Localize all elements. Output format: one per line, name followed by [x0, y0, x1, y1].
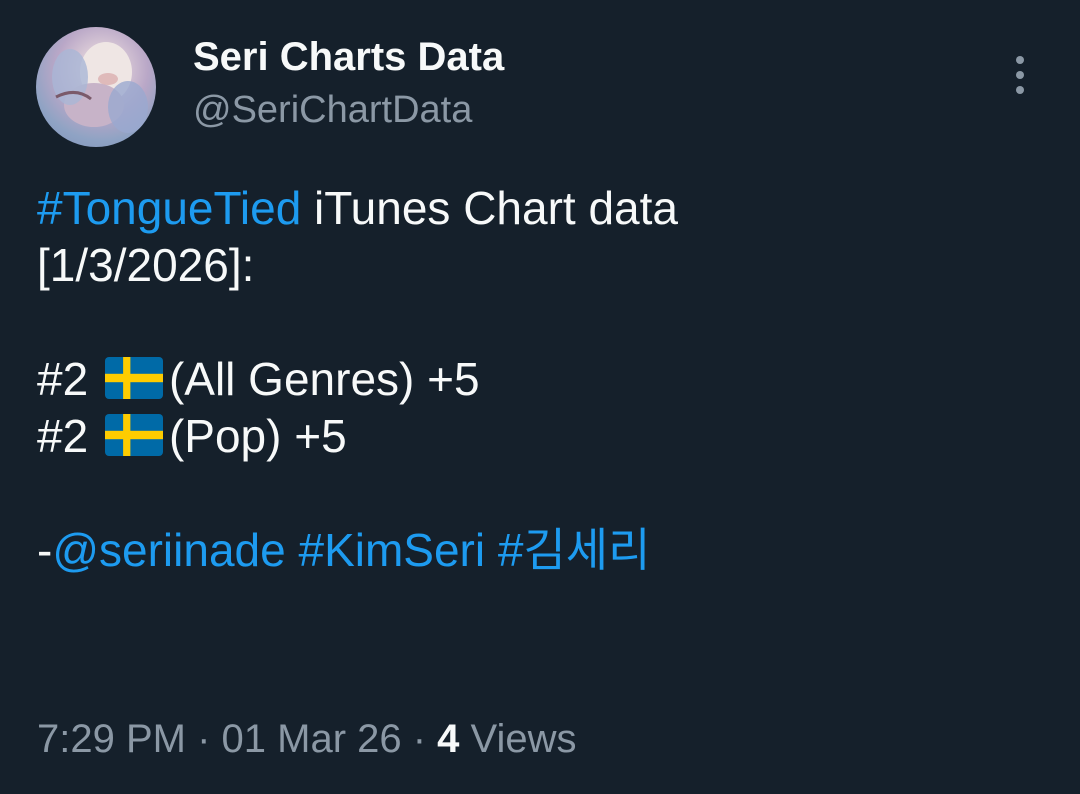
- tweet-meta: 7:29 PM · 01 Mar 26 · 4 Views: [37, 715, 577, 763]
- tweet-date[interactable]: 01 Mar 26: [222, 717, 402, 761]
- tweet-text: #TongueTied iTunes Chart data [1/3/2026]…: [37, 180, 1047, 579]
- views-label[interactable]: Views: [459, 717, 577, 761]
- hashtag-artist-link[interactable]: #KimSeri: [298, 524, 485, 576]
- avatar[interactable]: [36, 27, 156, 147]
- views-count[interactable]: 4: [437, 717, 459, 761]
- credit-dash: -: [37, 524, 53, 576]
- meta-separator: ·: [185, 717, 222, 761]
- author-display-name[interactable]: Seri Charts Data: [193, 33, 504, 81]
- tweet-title-line: #TongueTied iTunes Chart data: [37, 180, 1047, 237]
- chart-rank: #2: [37, 410, 89, 462]
- chart-line-all-genres: #2 (All Genres) +5: [37, 351, 1047, 408]
- author-handle[interactable]: @SeriChartData: [193, 87, 472, 133]
- sweden-flag-icon: [104, 414, 163, 456]
- tweet-title-text: iTunes Chart data: [301, 182, 678, 234]
- tweet-date-line: [1/3/2026]:: [37, 239, 255, 291]
- tweet-credit-line: -@seriinade #KimSeri #김세리: [37, 522, 1047, 579]
- mention-link[interactable]: @seriinade: [52, 524, 285, 576]
- more-options-icon[interactable]: [1004, 52, 1036, 98]
- hashtag-artist-kr-link[interactable]: #김세리: [498, 524, 651, 576]
- chart-label: (All Genres) +5: [168, 353, 480, 405]
- hashtag-song-link[interactable]: #TongueTied: [37, 182, 301, 234]
- sweden-flag-icon: [104, 357, 163, 399]
- chart-line-pop: #2 (Pop) +5: [37, 408, 1047, 465]
- chart-rank: #2: [37, 353, 89, 405]
- chart-label: (Pop) +5: [168, 410, 347, 462]
- tweet-time[interactable]: 7:29 PM: [37, 717, 186, 761]
- meta-separator: ·: [401, 717, 438, 761]
